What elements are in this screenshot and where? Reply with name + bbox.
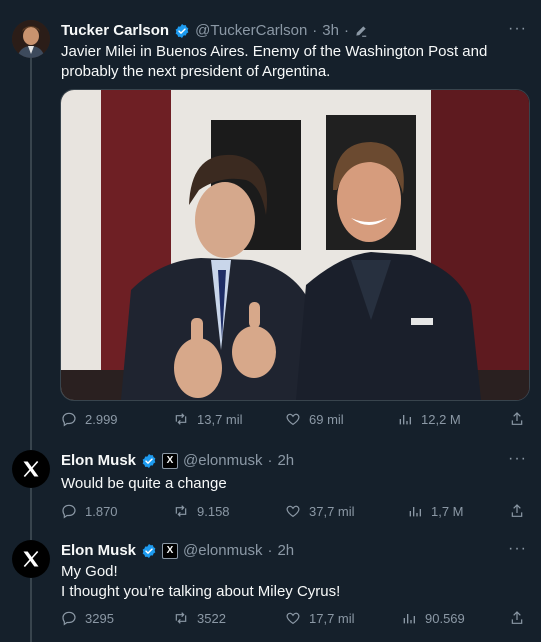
share-icon [511, 611, 523, 624]
views-count: 1,7 M [431, 503, 464, 519]
reply-icon [62, 504, 76, 519]
more-icon[interactable]: ··· [508, 450, 527, 468]
views-button[interactable]: 12,2 M [397, 411, 509, 427]
x-logo-icon [23, 550, 39, 568]
reply-button[interactable]: 2.999 [61, 411, 173, 427]
share-icon [511, 412, 523, 425]
retweet-button[interactable]: 9.158 [173, 503, 285, 519]
reply-count: 3295 [85, 610, 114, 626]
retweet-count: 13,7 mil [197, 411, 243, 427]
separator: · [267, 542, 273, 559]
views-icon [399, 415, 411, 425]
like-icon [286, 505, 300, 518]
retweet-count: 3522 [197, 610, 226, 626]
author-handle[interactable]: @elonmusk [183, 452, 262, 469]
retweet-count: 9.158 [197, 503, 230, 519]
reply-count: 1.870 [85, 503, 118, 519]
retweet-icon [175, 505, 187, 517]
timestamp[interactable]: 2h [277, 452, 294, 469]
verified-badge-icon [142, 543, 156, 558]
like-count: 17,7 mil [309, 610, 355, 626]
verified-badge-icon [175, 23, 189, 38]
more-icon[interactable]: ··· [508, 20, 527, 38]
reply-count: 2.999 [85, 411, 118, 427]
reply-icon [62, 611, 76, 626]
author-name[interactable]: Tucker Carlson [61, 22, 169, 39]
separator: · [267, 452, 273, 469]
like-count: 37,7 mil [309, 503, 355, 519]
retweet-button[interactable]: 13,7 mil [173, 411, 285, 427]
tweet-actions: 2.999 13,7 mil 69 mil 12,2 M [61, 408, 529, 430]
affiliate-badge: X [162, 542, 179, 559]
views-button[interactable]: 1,7 M [407, 503, 509, 519]
affiliate-badge: X [162, 452, 179, 469]
x-logo-icon [23, 460, 39, 478]
retweet-icon [175, 612, 187, 624]
share-button[interactable] [509, 411, 525, 427]
author-name[interactable]: Elon Musk [61, 452, 136, 469]
tweet-text: Javier Milei in Buenos Aires. Enemy of t… [61, 43, 488, 80]
separator: · [343, 22, 349, 39]
tweet-text: Would be quite a change [61, 475, 227, 492]
avatar-elon[interactable] [12, 450, 50, 488]
tweet-text: My God! I thought you’re talking about M… [61, 563, 341, 600]
like-button[interactable]: 17,7 mil [285, 610, 401, 626]
share-button[interactable] [509, 503, 525, 519]
tweet-actions: 3295 3522 17,7 mil 90.569 [61, 607, 529, 629]
retweet-icon [175, 413, 187, 425]
views-button[interactable]: 90.569 [401, 610, 509, 626]
author-handle[interactable]: @TuckerCarlson [195, 22, 307, 39]
reply-button[interactable]: 1.870 [61, 503, 173, 519]
avatar-elon[interactable] [12, 540, 50, 578]
timestamp[interactable]: 2h [277, 542, 294, 559]
reply-icon [62, 412, 76, 427]
like-button[interactable]: 69 mil [285, 411, 397, 427]
views-icon [403, 614, 415, 624]
tweet-actions: 1.870 9.158 37,7 mil 1,7 M [61, 500, 529, 522]
retweet-button[interactable]: 3522 [173, 610, 285, 626]
like-button[interactable]: 37,7 mil [285, 503, 407, 519]
tweet-photo[interactable] [60, 89, 530, 401]
photo-image [61, 90, 529, 400]
avatar-tucker[interactable] [12, 20, 50, 58]
like-count: 69 mil [309, 411, 344, 427]
views-icon [409, 507, 421, 517]
share-button[interactable] [509, 610, 525, 626]
avatar-portrait-image [12, 20, 50, 58]
verified-badge-icon [142, 453, 156, 468]
author-name[interactable]: Elon Musk [61, 542, 136, 559]
like-icon [286, 413, 300, 426]
views-count: 12,2 M [421, 411, 461, 427]
edit-pencil-icon [356, 25, 367, 37]
author-handle[interactable]: @elonmusk [183, 542, 262, 559]
reply-button[interactable]: 3295 [61, 610, 173, 626]
views-count: 90.569 [425, 610, 465, 626]
timestamp[interactable]: 3h [322, 22, 339, 39]
more-icon[interactable]: ··· [508, 540, 527, 558]
share-icon [511, 504, 523, 517]
separator: · [312, 22, 318, 39]
like-icon [286, 612, 300, 625]
